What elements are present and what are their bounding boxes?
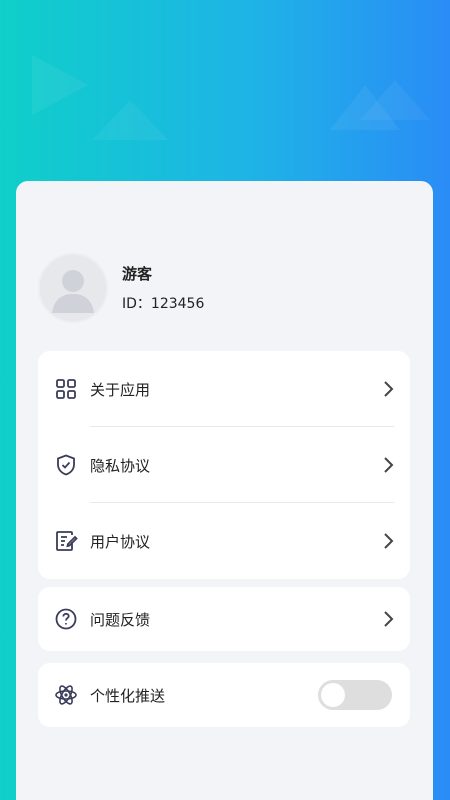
menu-group-push: 个性化推送 xyxy=(38,663,410,727)
menu-item-privacy[interactable]: 隐私协议 xyxy=(38,427,410,503)
menu-item-feedback[interactable]: 问题反馈 xyxy=(38,587,410,651)
menu-group-feedback: 问题反馈 xyxy=(38,587,410,651)
shield-check-icon xyxy=(54,453,78,477)
menu-item-personalized-push: 个性化推送 xyxy=(38,663,410,727)
avatar[interactable] xyxy=(38,253,108,323)
document-edit-icon xyxy=(54,529,78,553)
menu-group-info: 关于应用 隐私协议 用户协议 xyxy=(38,351,410,579)
menu-item-label: 关于应用 xyxy=(90,380,151,399)
chevron-right-icon xyxy=(382,532,394,550)
menu-item-label: 隐私协议 xyxy=(90,456,151,475)
grid-icon xyxy=(54,377,78,401)
chevron-right-icon xyxy=(382,380,394,398)
toggle-knob xyxy=(321,683,345,707)
question-circle-icon xyxy=(54,607,78,631)
menu-item-label: 用户协议 xyxy=(90,532,151,551)
settings-screen: 游客 ID：123456 关于应用 隐私协议 用户协议 问题反馈 个性化推送 xyxy=(0,0,450,800)
push-toggle[interactable] xyxy=(318,680,392,710)
menu-item-user-agreement[interactable]: 用户协议 xyxy=(38,503,410,579)
menu-item-label: 个性化推送 xyxy=(90,686,166,705)
chevron-right-icon xyxy=(382,456,394,474)
settings-card: 游客 ID：123456 关于应用 隐私协议 用户协议 问题反馈 个性化推送 xyxy=(16,181,433,800)
user-profile[interactable]: 游客 ID：123456 xyxy=(38,253,398,323)
user-id: ID：123456 xyxy=(122,296,205,312)
background-decoration xyxy=(32,55,430,140)
chevron-right-icon xyxy=(382,610,394,628)
menu-item-about[interactable]: 关于应用 xyxy=(38,351,410,427)
user-name: 游客 xyxy=(122,265,153,283)
atom-icon xyxy=(54,683,78,707)
menu-item-label: 问题反馈 xyxy=(90,610,151,629)
user-silhouette-icon xyxy=(40,255,106,321)
